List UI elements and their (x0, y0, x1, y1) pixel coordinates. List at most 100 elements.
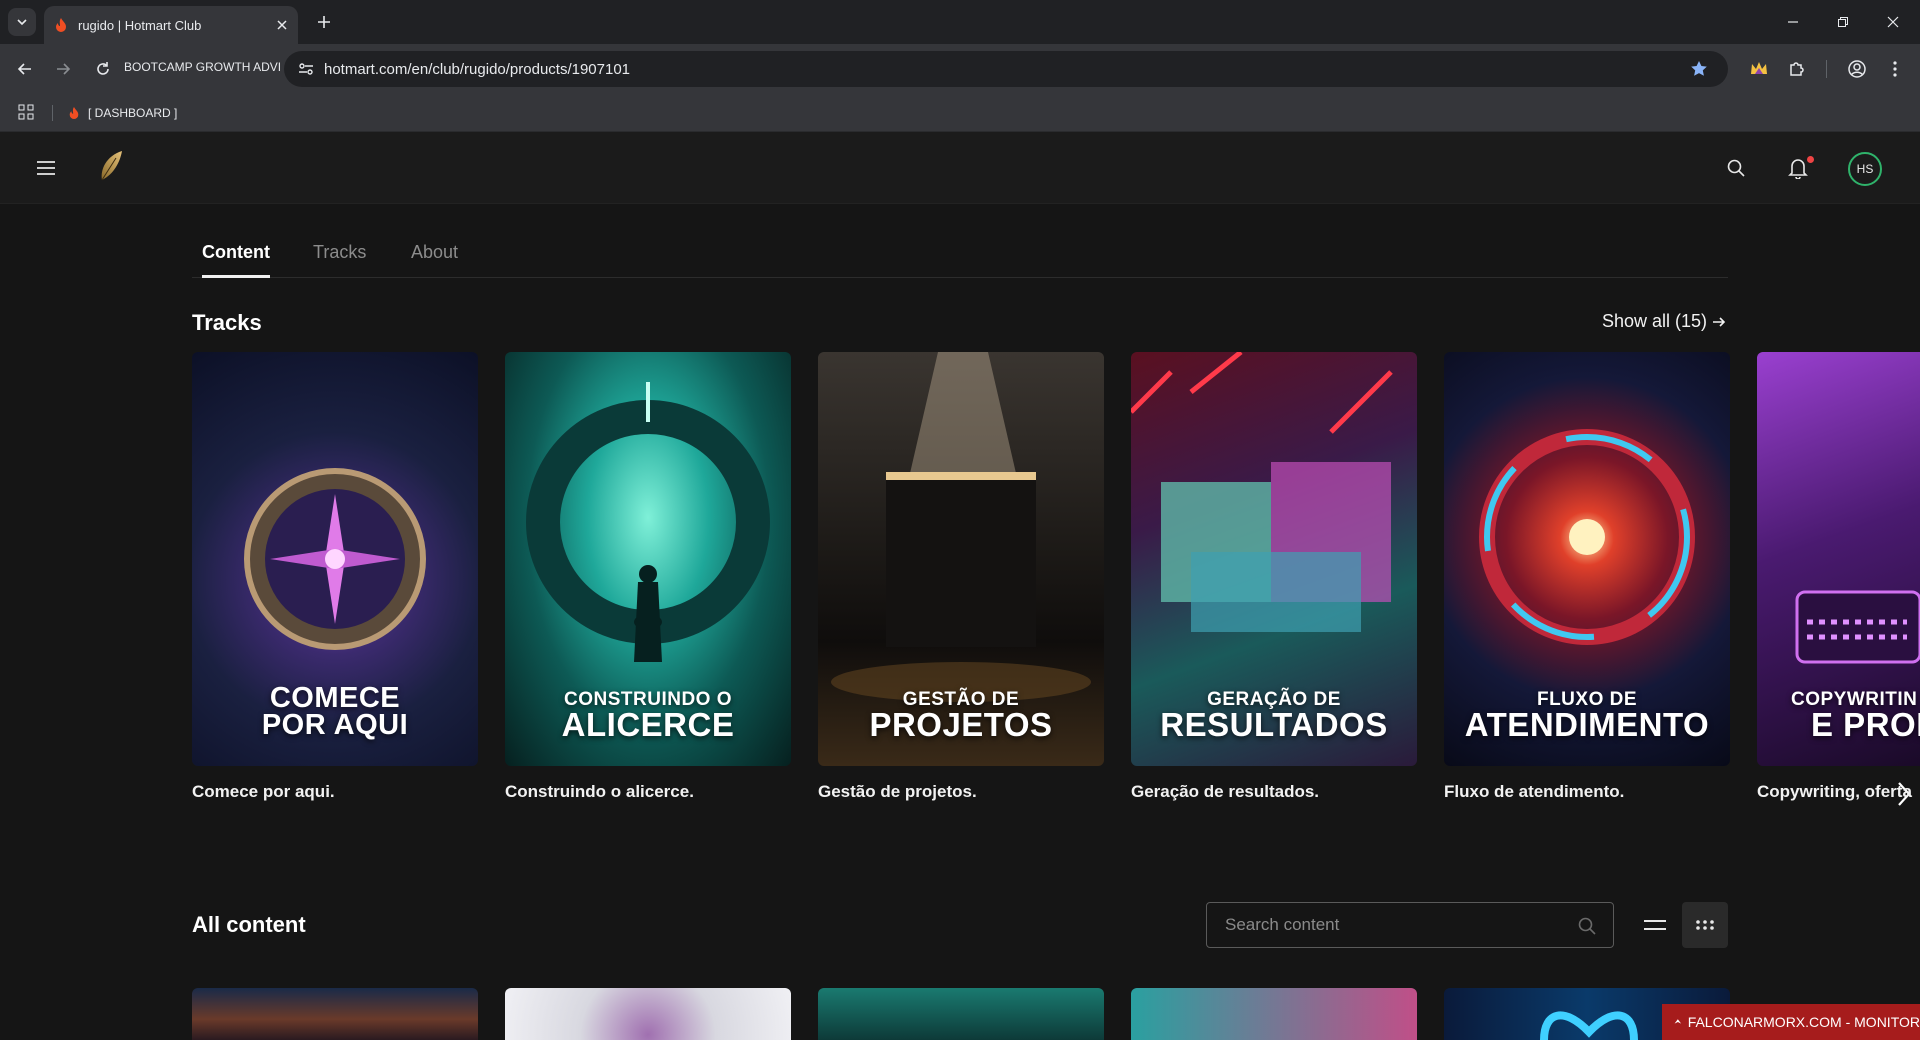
overlay-line-bottom: PROJETOS (869, 705, 1053, 743)
track-card-1[interactable]: COMECE POR AQUI (192, 352, 478, 766)
browser-toolbar: BOOTCAMP GROWTH ADVI hotmart.com/en/club… (0, 44, 1920, 94)
track-card-overlay: FLUXO DE ATENDIMENTO (1444, 690, 1730, 743)
extension-crown-button[interactable] (1746, 56, 1772, 82)
close-window-button[interactable] (1868, 0, 1918, 44)
avatar-initials: HS (1856, 162, 1874, 176)
overlay-line-bottom: ATENDIMENTO (1464, 705, 1710, 743)
menu-button[interactable] (34, 156, 58, 180)
profile-button[interactable] (1844, 56, 1870, 82)
search-input[interactable] (1225, 915, 1565, 935)
feather-logo-icon (101, 151, 122, 181)
track-label[interactable]: Gestão de projetos. (818, 782, 977, 802)
product-tabs: Content Tracks About (192, 230, 1728, 278)
track-label[interactable]: Copywriting, oferta (1757, 782, 1912, 802)
show-all-link[interactable]: Show all (15) (1602, 311, 1727, 332)
track-card-5[interactable]: FLUXO DE ATENDIMENTO (1444, 352, 1730, 766)
chevron-down-icon (17, 19, 27, 26)
toolbar-divider (1826, 60, 1827, 78)
track-card-4[interactable]: GERAÇÃO DE RESULTADOS (1131, 352, 1417, 766)
overlay-line-bottom: RESULTADOS (1160, 705, 1388, 743)
content-card[interactable] (505, 988, 791, 1040)
tab-search-button[interactable] (8, 8, 36, 36)
forward-button[interactable] (50, 56, 76, 82)
new-tab-button[interactable] (312, 10, 336, 34)
list-view-button[interactable] (1632, 902, 1678, 948)
minimize-button[interactable] (1768, 0, 1818, 44)
restore-icon (1838, 17, 1848, 27)
crown-icon (1751, 62, 1767, 74)
search-icon (1727, 159, 1745, 177)
track-card-overlay: CONSTRUINDO O ALICERCE (505, 690, 791, 743)
notification-dot (1807, 156, 1814, 163)
main-content: Content Tracks About Tracks Show all (15… (0, 204, 1920, 1040)
avatar[interactable]: HS (1848, 152, 1882, 186)
more-vertical-icon (1893, 61, 1897, 77)
tab-tracks[interactable]: Tracks (313, 242, 366, 275)
track-label[interactable]: Construindo o alicerce. (505, 782, 694, 802)
arrow-left-icon (17, 63, 31, 75)
search-button[interactable] (1722, 154, 1750, 182)
search-icon[interactable] (1577, 916, 1597, 936)
tab-title: rugido | Hotmart Club (78, 17, 202, 33)
list-view-icon (1644, 920, 1666, 930)
site-settings-icon[interactable] (298, 61, 314, 77)
bookmark-dashboard[interactable]: [ DASHBOARD ] (68, 102, 177, 124)
arrow-right-icon (57, 63, 71, 75)
track-label[interactable]: Geração de resultados. (1131, 782, 1319, 802)
reload-icon (97, 62, 109, 75)
grid-dots-icon (1696, 920, 1714, 930)
track-label[interactable]: Fluxo de atendimento. (1444, 782, 1624, 802)
tab-content[interactable]: Content (202, 242, 270, 278)
track-label[interactable]: Comece por aqui. (192, 782, 335, 802)
show-all-label: Show all (15) (1602, 311, 1708, 331)
hotmart-favicon-icon (56, 18, 66, 32)
all-content-title: All content (192, 912, 306, 937)
minimize-icon (1788, 21, 1798, 23)
overlay-line-bottom: ALICERCE (561, 705, 735, 743)
reload-button[interactable] (90, 56, 116, 82)
club-logo[interactable] (96, 148, 126, 184)
hotmart-favicon-icon (69, 107, 79, 119)
track-card-6[interactable]: COPYWRITIN E PROD (1757, 352, 1920, 766)
tab-about[interactable]: About (411, 242, 458, 275)
typewriter-image (1795, 590, 1920, 664)
content-card[interactable] (818, 988, 1104, 1040)
plus-icon (318, 16, 330, 28)
track-card-3[interactable]: GESTÃO DE PROJETOS (818, 352, 1104, 766)
site-header (0, 132, 1920, 204)
track-card-overlay: COMECE POR AQUI (192, 684, 478, 742)
watermark-badge: FALCONARMORX.COM - MONITOR (1662, 1004, 1920, 1040)
browser-tab-active[interactable]: rugido | Hotmart Club (44, 6, 298, 44)
apps-button[interactable] (18, 104, 34, 125)
orb-image (1479, 429, 1695, 645)
content-card[interactable] (192, 988, 478, 1040)
compass-image (244, 468, 426, 650)
overlay-line-bottom: POR AQUI (261, 709, 409, 742)
watermark-text: FALCONARMORX.COM - MONITOR (1687, 1014, 1920, 1030)
apps-grid-icon (18, 104, 34, 120)
browser-tab-bar: rugido | Hotmart Club (0, 0, 1920, 44)
bookmarks-bar: [ DASHBOARD ] (0, 94, 1920, 132)
falcon-icon (1674, 1019, 1682, 1024)
content-card[interactable] (1131, 988, 1417, 1040)
close-icon[interactable] (276, 19, 288, 31)
extensions-button[interactable] (1784, 56, 1810, 82)
back-button[interactable] (12, 56, 38, 82)
tracks-section-title: Tracks (192, 310, 262, 335)
bookmark-label: [ DASHBOARD ] (88, 106, 178, 120)
grid-view-button[interactable] (1682, 902, 1728, 948)
meta-logo-icon (1540, 1011, 1638, 1040)
restore-button[interactable] (1818, 0, 1868, 44)
content-search[interactable] (1206, 902, 1614, 948)
puzzle-icon (1790, 62, 1804, 76)
bell-icon (1788, 159, 1808, 179)
hamburger-icon (37, 161, 55, 175)
track-card-2[interactable]: CONSTRUINDO O ALICERCE (505, 352, 791, 766)
address-bar[interactable]: hotmart.com/en/club/rugido/products/1907… (284, 51, 1728, 87)
url-text: hotmart.com/en/club/rugido/products/1907… (324, 61, 631, 78)
profile-icon (1848, 60, 1866, 78)
bookmark-star-icon[interactable] (1690, 60, 1708, 78)
browser-menu-button[interactable] (1882, 56, 1908, 82)
bookmark-divider (52, 105, 53, 121)
arrow-right-icon (1713, 316, 1726, 327)
